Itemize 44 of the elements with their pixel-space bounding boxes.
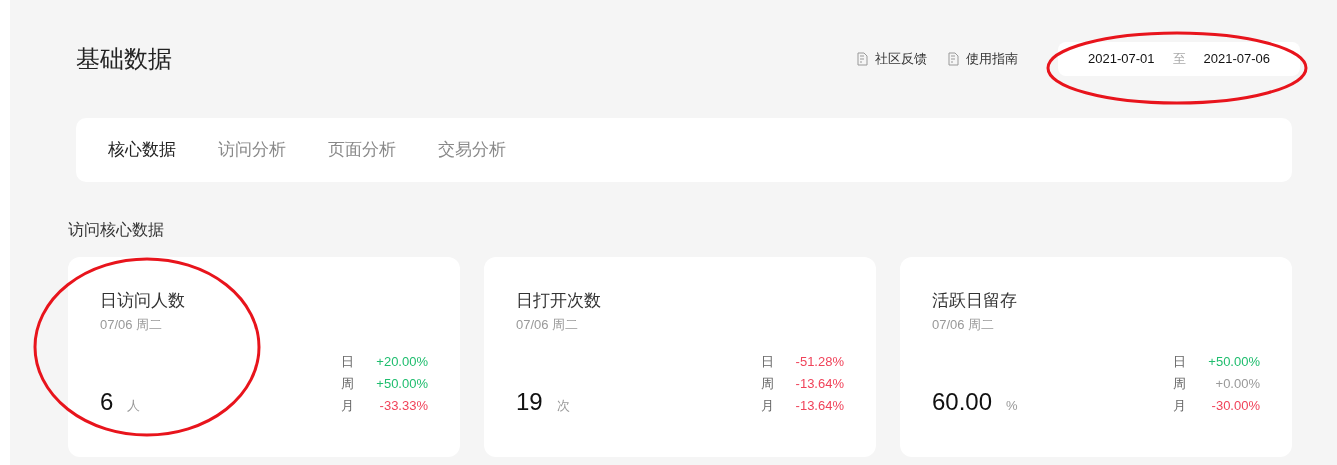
header-link[interactable]: 使用指南 bbox=[947, 49, 1018, 69]
metric-date: 07/06 周二 bbox=[100, 317, 163, 333]
period-label: 日 bbox=[1173, 353, 1187, 371]
document-icon bbox=[947, 52, 960, 66]
period-label: 月 bbox=[341, 397, 355, 415]
change-value: +20.00% bbox=[376, 353, 428, 371]
period-label: 月 bbox=[1173, 397, 1187, 415]
metric-value: 6 bbox=[100, 389, 114, 414]
metric-unit: 人 bbox=[127, 396, 141, 415]
end-date: 2021-07-06 bbox=[1203, 50, 1270, 69]
change-value: +0.00% bbox=[1214, 375, 1260, 393]
change-value: +50.00% bbox=[376, 375, 428, 393]
period-label: 日 bbox=[341, 353, 355, 371]
tab[interactable]: 访问分析 bbox=[218, 137, 286, 163]
tab[interactable]: 交易分析 bbox=[438, 137, 506, 163]
metric-title: 日访问人数 bbox=[100, 291, 185, 311]
page-title: 基础数据 bbox=[76, 47, 172, 71]
change-value: +50.00% bbox=[1208, 353, 1260, 371]
metric-unit: % bbox=[1006, 396, 1018, 415]
change-value: -13.64% bbox=[795, 397, 844, 415]
change-value: -13.64% bbox=[795, 375, 844, 393]
period-label: 周 bbox=[341, 375, 355, 393]
start-date: 2021-07-01 bbox=[1088, 50, 1155, 69]
period-label: 周 bbox=[760, 375, 774, 393]
metric-value: 60.00 bbox=[932, 389, 993, 414]
change-value: -30.00% bbox=[1210, 397, 1260, 415]
section-title: 访问核心数据 bbox=[68, 220, 164, 240]
change-value: -51.28% bbox=[795, 353, 844, 371]
period-label: 日 bbox=[760, 353, 774, 371]
document-icon bbox=[856, 52, 869, 66]
metric-unit: 次 bbox=[556, 396, 570, 415]
metric-value: 19 bbox=[516, 389, 543, 414]
tab[interactable]: 页面分析 bbox=[328, 137, 396, 163]
date-range-picker[interactable]: 2021-07-01 至 2021-07-06 bbox=[1058, 42, 1300, 76]
metric-title: 活跃日留存 bbox=[932, 291, 1017, 311]
metric-date: 07/06 周二 bbox=[932, 317, 995, 333]
metric-date: 07/06 周二 bbox=[516, 317, 579, 333]
date-separator: 至 bbox=[1172, 50, 1186, 69]
metric-title: 日打开次数 bbox=[516, 291, 601, 311]
tab[interactable]: 核心数据 bbox=[108, 137, 176, 163]
period-label: 月 bbox=[760, 397, 774, 415]
period-label: 周 bbox=[1173, 375, 1187, 393]
header-link[interactable]: 社区反馈 bbox=[856, 49, 927, 69]
change-value: -33.33% bbox=[378, 397, 428, 415]
